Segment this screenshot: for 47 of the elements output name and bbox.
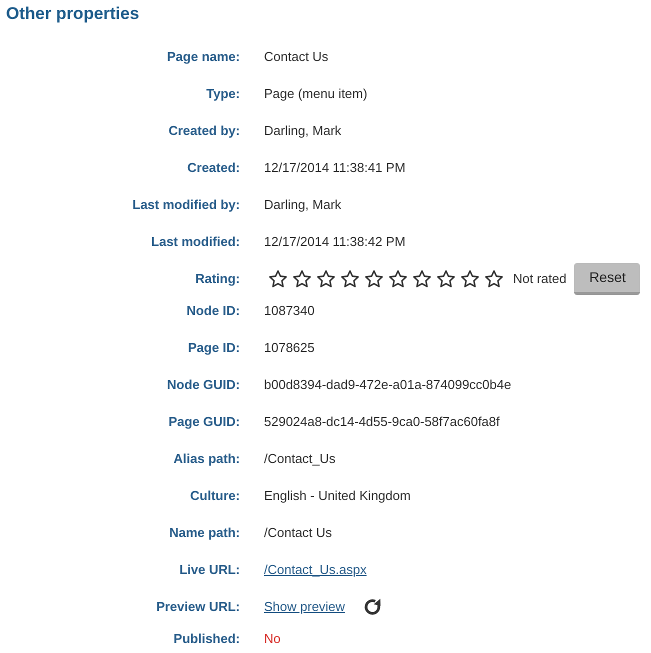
- field-value: 12/17/2014 11:38:42 PM: [264, 233, 406, 250]
- star-icon[interactable]: [293, 270, 311, 288]
- field-value: Page (menu item): [264, 85, 368, 102]
- preview-link[interactable]: Show preview: [264, 598, 345, 615]
- field-value: 12/17/2014 11:38:41 PM: [264, 159, 406, 176]
- field-label: Last modified:: [151, 233, 240, 250]
- reset-button[interactable]: Reset: [574, 262, 640, 294]
- refresh-icon[interactable]: [364, 598, 382, 616]
- star-icon[interactable]: [389, 270, 407, 288]
- star-icon[interactable]: [341, 270, 359, 288]
- field-label: Published:: [174, 630, 240, 647]
- field-label: Page GUID:: [168, 413, 240, 430]
- field-label: Created:: [187, 159, 240, 176]
- field-value: 1078625: [264, 339, 315, 356]
- field-value: b00d8394-dad9-472e-a01a-874099cc0b4e: [264, 376, 512, 393]
- field-value: 529024a8-dc14-4d55-9ca0-58f7ac60fa8f: [264, 413, 500, 430]
- field-label: Node GUID:: [167, 376, 240, 393]
- field-label: Preview URL:: [156, 598, 240, 615]
- star-icon[interactable]: [485, 270, 503, 288]
- star-icon[interactable]: [461, 270, 479, 288]
- field-label: Culture:: [190, 487, 240, 504]
- field-label: Last modified by:: [132, 196, 240, 213]
- field-value: English - United Kingdom: [264, 487, 411, 504]
- star-icon[interactable]: [365, 270, 383, 288]
- published-status: No: [264, 630, 281, 647]
- field-value: 1087340: [264, 302, 315, 319]
- field-label: Name path:: [169, 524, 240, 541]
- field-label: Created by:: [168, 122, 240, 139]
- field-label: Rating:: [195, 270, 240, 287]
- section-title: Other properties: [5, 3, 140, 25]
- field-label: Page name:: [167, 48, 240, 65]
- field-value: /Contact_Us: [264, 450, 336, 467]
- star-icon[interactable]: [269, 270, 287, 288]
- field-label: Page ID:: [188, 339, 240, 356]
- field-label: Type:: [206, 85, 240, 102]
- star-icon[interactable]: [413, 270, 431, 288]
- star-icon[interactable]: [317, 270, 335, 288]
- field-value: Darling, Mark: [264, 196, 342, 213]
- star-icon[interactable]: [437, 270, 455, 288]
- url-link[interactable]: /Contact_Us.aspx: [264, 561, 367, 578]
- field-label: Alias path:: [174, 450, 240, 467]
- field-label: Live URL:: [179, 561, 240, 578]
- field-value: /Contact Us: [264, 524, 332, 541]
- field-value: Contact Us: [264, 48, 328, 65]
- field-label: Node ID:: [186, 302, 240, 319]
- rating-status: Not rated: [513, 270, 566, 287]
- field-value: Darling, Mark: [264, 122, 342, 139]
